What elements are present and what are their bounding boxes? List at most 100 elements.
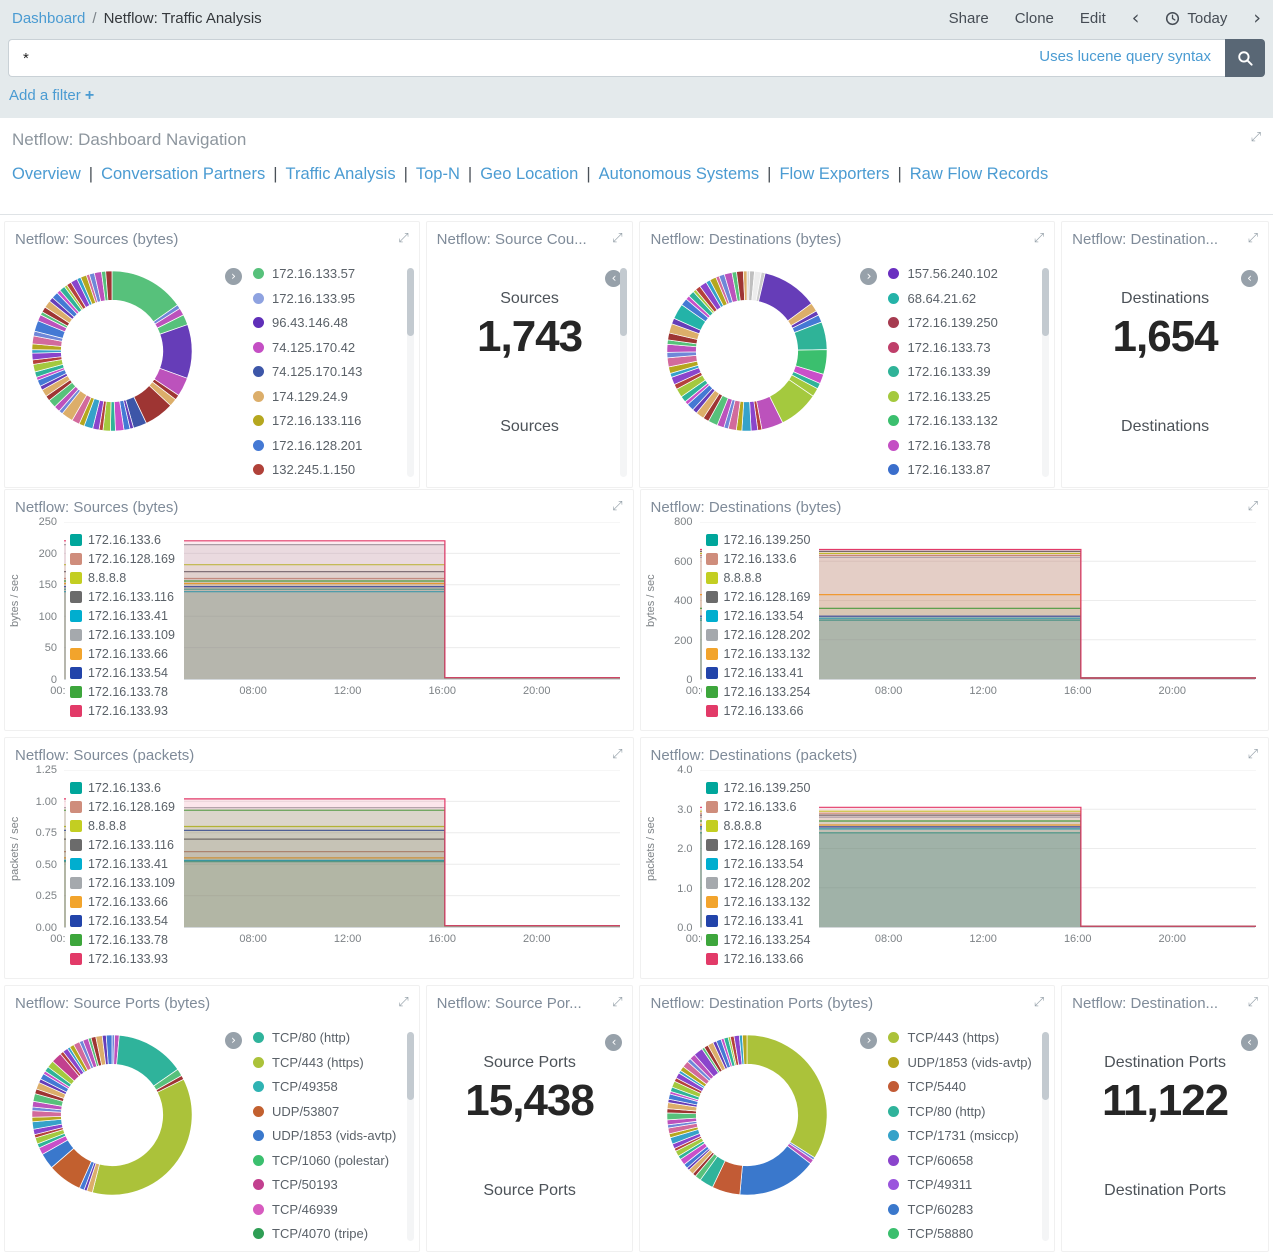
scrollbar-thumb[interactable] <box>407 1032 414 1100</box>
legend-item[interactable]: 172.16.139.250 <box>888 315 997 330</box>
expand-panel-icon[interactable]: ⤢ <box>1034 231 1044 246</box>
expand-panel-icon[interactable]: ⤢ <box>1251 130 1261 145</box>
legend-item[interactable]: 172.16.133.66 <box>70 892 175 911</box>
expand-panel-icon[interactable]: ⤢ <box>1248 747 1258 762</box>
time-forward-button[interactable]: › <box>1253 9 1261 28</box>
legend-item[interactable]: 172.16.133.66 <box>706 701 811 720</box>
legend-item[interactable]: 172.16.133.93 <box>70 949 175 968</box>
legend-item[interactable]: 172.16.133.41 <box>706 663 811 682</box>
destinations-bytes-donut-chart[interactable] <box>658 262 836 440</box>
legend-item[interactable]: 172.16.128.169 <box>706 587 811 606</box>
expand-panel-icon[interactable]: ⤢ <box>1248 499 1258 514</box>
nav-link-overview[interactable]: Overview <box>12 165 81 183</box>
legend-item[interactable]: 172.16.133.109 <box>70 873 175 892</box>
legend-item[interactable]: 74.125.170.143 <box>253 364 362 379</box>
search-button[interactable] <box>1225 39 1265 77</box>
legend-item[interactable]: TCP/49311 <box>888 1177 1031 1192</box>
nav-link-raw-flow-records[interactable]: Raw Flow Records <box>910 165 1048 183</box>
legend-item[interactable]: 172.16.128.202 <box>706 873 811 892</box>
expand-panel-icon[interactable]: ⤢ <box>1248 231 1258 246</box>
add-filter-link[interactable]: Add a filter + <box>9 87 94 104</box>
legend-item[interactable]: 172.16.133.54 <box>70 911 175 930</box>
legend-item[interactable]: 172.16.133.132 <box>706 892 811 911</box>
legend-item[interactable]: 172.16.133.41 <box>70 854 175 873</box>
destination-ports-donut-chart[interactable] <box>658 1026 836 1204</box>
panel-scrollbar[interactable] <box>620 268 627 477</box>
legend-scrollbar[interactable] <box>1042 268 1049 477</box>
expand-panel-icon[interactable]: ⤢ <box>612 231 622 246</box>
legend-item[interactable]: 174.129.24.9 <box>253 389 362 404</box>
legend-item[interactable]: 172.16.133.109 <box>70 625 175 644</box>
lucene-syntax-link[interactable]: Uses lucene query syntax <box>1039 48 1211 65</box>
legend-item[interactable]: 172.16.133.254 <box>706 682 811 701</box>
nav-link-top-n[interactable]: Top-N <box>416 165 460 183</box>
scrollbar-thumb[interactable] <box>1042 268 1049 336</box>
legend-item[interactable]: 172.16.133.132 <box>888 413 997 428</box>
legend-item[interactable]: 172.16.133.41 <box>706 911 811 930</box>
legend-item[interactable]: 172.16.133.6 <box>706 549 811 568</box>
legend-toggle-button[interactable]: › <box>860 268 877 285</box>
time-back-button[interactable]: ‹ <box>1132 9 1140 28</box>
legend-scrollbar[interactable] <box>1042 1032 1049 1241</box>
legend-item[interactable]: TCP/443 (https) <box>888 1030 1031 1045</box>
legend-item[interactable]: UDP/53807 <box>253 1104 396 1119</box>
legend-item[interactable]: 172.16.133.78 <box>888 438 997 453</box>
legend-item[interactable]: TCP/80 (http) <box>888 1104 1031 1119</box>
legend-item[interactable]: 8.8.8.8 <box>706 816 811 835</box>
scrollbar-thumb[interactable] <box>1042 1032 1049 1100</box>
legend-item[interactable]: TCP/4070 (tripe) <box>253 1226 396 1241</box>
legend-item[interactable]: 172.16.133.87 <box>888 462 997 477</box>
legend-item[interactable]: 172.16.128.169 <box>70 797 175 816</box>
legend-item[interactable]: TCP/443 (https) <box>253 1055 396 1070</box>
expand-panel-icon[interactable]: ⤢ <box>398 995 408 1010</box>
legend-item[interactable]: TCP/1060 (polestar) <box>253 1153 396 1168</box>
legend-item[interactable]: 172.16.139.250 <box>706 530 811 549</box>
legend-item[interactable]: 132.245.1.150 <box>253 462 362 477</box>
legend-item[interactable]: 172.16.133.78 <box>70 930 175 949</box>
edit-button[interactable]: Edit <box>1080 10 1106 27</box>
expand-panel-icon[interactable]: ⤢ <box>612 499 622 514</box>
legend-item[interactable]: 172.16.133.254 <box>706 930 811 949</box>
expand-panel-icon[interactable]: ⤢ <box>398 231 408 246</box>
legend-item[interactable]: 172.16.133.93 <box>70 701 175 720</box>
legend-scrollbar[interactable] <box>407 268 414 477</box>
legend-toggle-button[interactable]: ‹ <box>1241 1034 1258 1051</box>
legend-item[interactable]: 172.16.133.6 <box>70 778 175 797</box>
legend-item[interactable]: 172.16.128.201 <box>253 438 362 453</box>
legend-item[interactable]: UDP/1853 (vids-avtp) <box>888 1055 1031 1070</box>
share-button[interactable]: Share <box>949 10 989 27</box>
expand-panel-icon[interactable]: ⤢ <box>1248 995 1258 1010</box>
legend-item[interactable]: 172.16.133.6 <box>70 530 175 549</box>
legend-scrollbar[interactable] <box>407 1032 414 1241</box>
legend-item[interactable]: 172.16.133.66 <box>70 644 175 663</box>
legend-item[interactable]: 172.16.133.41 <box>70 606 175 625</box>
legend-item[interactable]: 172.16.133.54 <box>706 606 811 625</box>
legend-item[interactable]: TCP/46939 <box>253 1202 396 1217</box>
nav-link-conversation-partners[interactable]: Conversation Partners <box>101 165 265 183</box>
legend-item[interactable]: 172.16.133.116 <box>70 835 175 854</box>
breadcrumb-dashboard-link[interactable]: Dashboard <box>12 10 85 27</box>
legend-toggle-button[interactable]: › <box>860 1032 877 1049</box>
nav-link-geo-location[interactable]: Geo Location <box>480 165 578 183</box>
legend-toggle-button[interactable]: ‹ <box>1241 270 1258 287</box>
legend-item[interactable]: 172.16.128.169 <box>706 835 811 854</box>
legend-item[interactable]: 172.16.128.202 <box>706 625 811 644</box>
legend-item[interactable]: 172.16.133.25 <box>888 389 997 404</box>
legend-item[interactable]: 172.16.133.54 <box>706 854 811 873</box>
legend-item[interactable]: TCP/80 (http) <box>253 1030 396 1045</box>
legend-item[interactable]: TCP/1731 (msiccp) <box>888 1128 1031 1143</box>
legend-item[interactable]: 172.16.139.250 <box>706 778 811 797</box>
legend-item[interactable]: 172.16.133.95 <box>253 291 362 306</box>
legend-item[interactable]: 172.16.133.116 <box>70 587 175 606</box>
legend-item[interactable]: 68.64.21.62 <box>888 291 997 306</box>
legend-item[interactable]: 172.16.133.116 <box>253 413 362 428</box>
legend-item[interactable]: 172.16.133.6 <box>706 797 811 816</box>
legend-item[interactable]: 172.16.133.132 <box>706 644 811 663</box>
scrollbar-thumb[interactable] <box>620 268 627 336</box>
legend-item[interactable]: 8.8.8.8 <box>706 568 811 587</box>
legend-item[interactable]: TCP/58880 <box>888 1226 1031 1241</box>
legend-item[interactable]: 172.16.133.57 <box>253 266 362 281</box>
legend-item[interactable]: 172.16.133.78 <box>70 682 175 701</box>
legend-item[interactable]: 74.125.170.42 <box>253 340 362 355</box>
legend-toggle-button[interactable]: › <box>225 268 242 285</box>
